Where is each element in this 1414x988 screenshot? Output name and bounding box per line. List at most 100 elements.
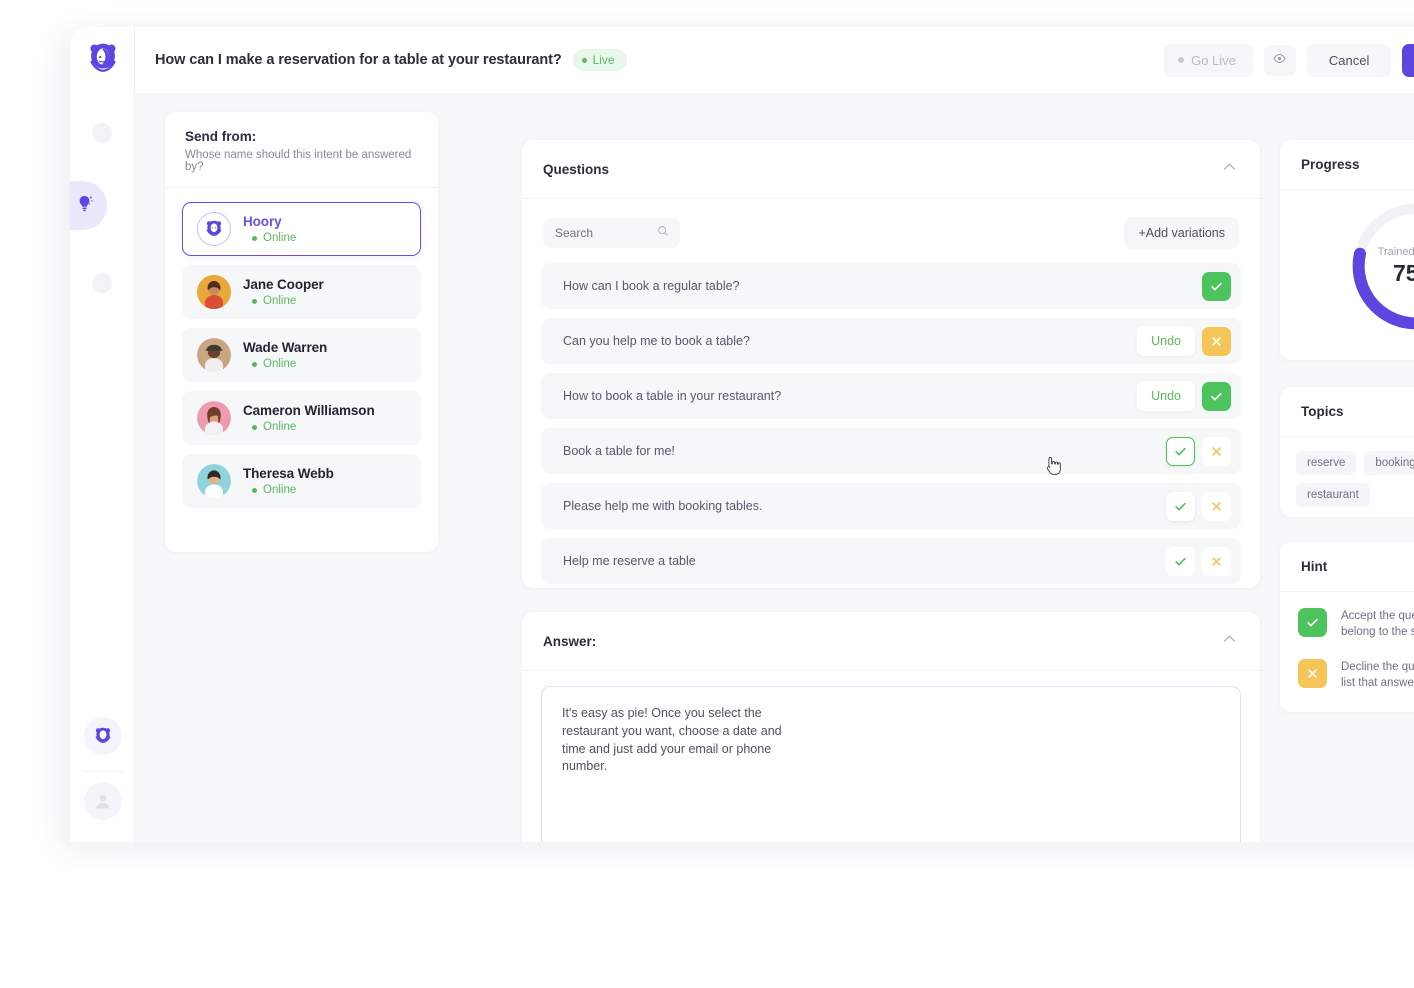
table-row[interactable]: How to book a table in your restaurant? … <box>541 373 1241 419</box>
agent-list: Hoory Online Jane Cooper Online Wade War… <box>165 188 438 522</box>
app-window: How can I make a reservation for a table… <box>70 27 1414 842</box>
page-title: How can I make a reservation for a table… <box>155 52 562 68</box>
answer-body: It's easy as pie! Once you select the re… <box>522 671 1260 842</box>
decline-button[interactable] <box>1202 326 1231 356</box>
agent-row-cameron-williamson[interactable]: Cameron Williamson Online <box>182 391 421 445</box>
avatar <box>197 401 231 435</box>
agent-name: Theresa Webb <box>243 466 334 481</box>
search-input[interactable] <box>555 226 656 240</box>
topbar: How can I make a reservation for a table… <box>135 27 1414 93</box>
rail-placeholder-2[interactable] <box>92 273 112 293</box>
search-box[interactable] <box>543 218 680 248</box>
go-live-button[interactable]: Go Live <box>1164 43 1253 77</box>
avatar <box>197 275 231 309</box>
preview-button[interactable] <box>1263 44 1296 76</box>
decline-button[interactable] <box>1202 491 1231 521</box>
chevron-up-icon[interactable] <box>1220 157 1239 181</box>
send-from-header: Send from: Whose name should this intent… <box>165 112 438 188</box>
decline-button[interactable] <box>1202 546 1231 576</box>
cancel-button[interactable]: Cancel <box>1306 43 1392 77</box>
accept-button[interactable] <box>1202 271 1231 301</box>
live-badge-label: Live <box>592 53 615 67</box>
table-row[interactable]: Can you help me to book a table? Undo <box>541 318 1241 364</box>
topics-list: reserve booking table restaurant <box>1280 437 1414 521</box>
hint-header: Hint <box>1280 542 1414 592</box>
hint-panel: Hint Accept the question variations that… <box>1280 542 1414 712</box>
accept-button[interactable] <box>1202 381 1231 411</box>
lightbulb-icon <box>74 193 95 219</box>
search-icon <box>656 224 670 243</box>
avatar <box>197 212 231 246</box>
topic-tag[interactable]: restaurant <box>1296 483 1370 507</box>
live-dot-icon <box>581 57 587 63</box>
list-item: Accept the question variations that belo… <box>1298 608 1414 641</box>
sidebar-item-intents[interactable] <box>70 181 107 230</box>
answer-header: Answer: <box>522 612 1260 671</box>
topic-tag[interactable]: reserve <box>1296 451 1357 475</box>
agent-status: Online <box>243 358 327 370</box>
chevron-up-icon[interactable] <box>1220 629 1239 653</box>
avatar <box>197 338 231 372</box>
decline-button[interactable] <box>1202 436 1231 466</box>
progress-donut-chart: Trained enough 75% <box>1280 190 1414 345</box>
row-actions <box>1166 491 1231 521</box>
avatar <box>197 464 231 498</box>
table-row[interactable]: Help me reserve a table <box>541 538 1241 584</box>
undo-button[interactable]: Undo <box>1137 326 1195 356</box>
questions-list: How can I book a regular table? Can you … <box>522 257 1260 584</box>
answer-panel: Answer: It's easy as pie! Once you selec… <box>522 612 1260 842</box>
agent-status-label: Online <box>263 295 297 307</box>
save-button[interactable]: Save <box>1402 43 1414 77</box>
questions-panel: Questions +Add variations How can I book… <box>522 140 1260 588</box>
list-item: Decline the question variations in the l… <box>1298 658 1414 692</box>
hint-list: Accept the question variations that belo… <box>1280 592 1414 708</box>
agent-name: Wade Warren <box>243 340 328 355</box>
question-text: Book a table for me! <box>563 444 675 458</box>
progress-title: Progress <box>1301 157 1360 172</box>
agent-status-label: Online <box>263 421 297 433</box>
questions-toolbar: +Add variations <box>522 199 1260 257</box>
add-variations-button[interactable]: +Add variations <box>1124 217 1239 249</box>
accept-button[interactable] <box>1166 491 1195 521</box>
hoory-bot-avatar-icon[interactable] <box>84 717 122 755</box>
question-text: Please help me with booking tables. <box>563 499 763 513</box>
hint-text: Accept the question variations that belo… <box>1341 610 1414 639</box>
agent-row-jane-cooper[interactable]: Jane Cooper Online <box>182 265 421 319</box>
online-dot-icon <box>252 235 257 241</box>
table-row[interactable]: Book a table for me! <box>541 428 1241 474</box>
agent-name: Jane Cooper <box>243 277 324 292</box>
agent-status-label: Online <box>263 232 297 244</box>
agent-row-theresa-webb[interactable]: Theresa Webb Online <box>182 454 421 508</box>
agent-row-wade-warren[interactable]: Wade Warren Online <box>182 328 421 382</box>
table-row[interactable]: How can I book a regular table? <box>541 263 1241 309</box>
accept-button[interactable] <box>1166 546 1195 576</box>
questions-header: Questions <box>522 140 1260 199</box>
undo-button[interactable]: Undo <box>1137 381 1195 411</box>
agent-status: Online <box>243 232 296 244</box>
row-actions <box>1166 436 1231 466</box>
agent-name: Cameron Williamson <box>243 403 375 418</box>
topics-header: Topics <box>1280 387 1414 437</box>
answer-text[interactable]: It's easy as pie! Once you select the re… <box>542 687 817 776</box>
rail-placeholder-1[interactable] <box>92 123 112 143</box>
hoory-bot-logo-icon[interactable] <box>84 40 122 78</box>
question-text: How to book a table in your restaurant? <box>563 389 782 403</box>
answer-editor[interactable]: It's easy as pie! Once you select the re… <box>541 686 1241 842</box>
agent-row-hoory[interactable]: Hoory Online <box>182 202 421 256</box>
go-live-label: Go Live <box>1191 52 1236 68</box>
question-text: Can you help me to book a table? <box>563 334 750 348</box>
accept-button[interactable] <box>1166 436 1195 466</box>
go-live-dot-icon <box>1178 57 1185 63</box>
answer-title: Answer: <box>543 633 597 649</box>
agent-status: Online <box>243 421 375 433</box>
send-from-subtitle: Whose name should this intent be answere… <box>185 149 412 173</box>
online-dot-icon <box>252 361 257 367</box>
online-dot-icon <box>252 298 257 304</box>
row-actions <box>1202 271 1231 301</box>
send-from-panel: Send from: Whose name should this intent… <box>165 112 438 552</box>
agent-status-label: Online <box>263 484 297 496</box>
table-row[interactable]: Please help me with booking tables. <box>541 483 1241 529</box>
agent-status: Online <box>243 295 324 307</box>
topic-tag[interactable]: booking <box>1364 451 1414 475</box>
user-avatar-icon[interactable] <box>84 782 122 820</box>
